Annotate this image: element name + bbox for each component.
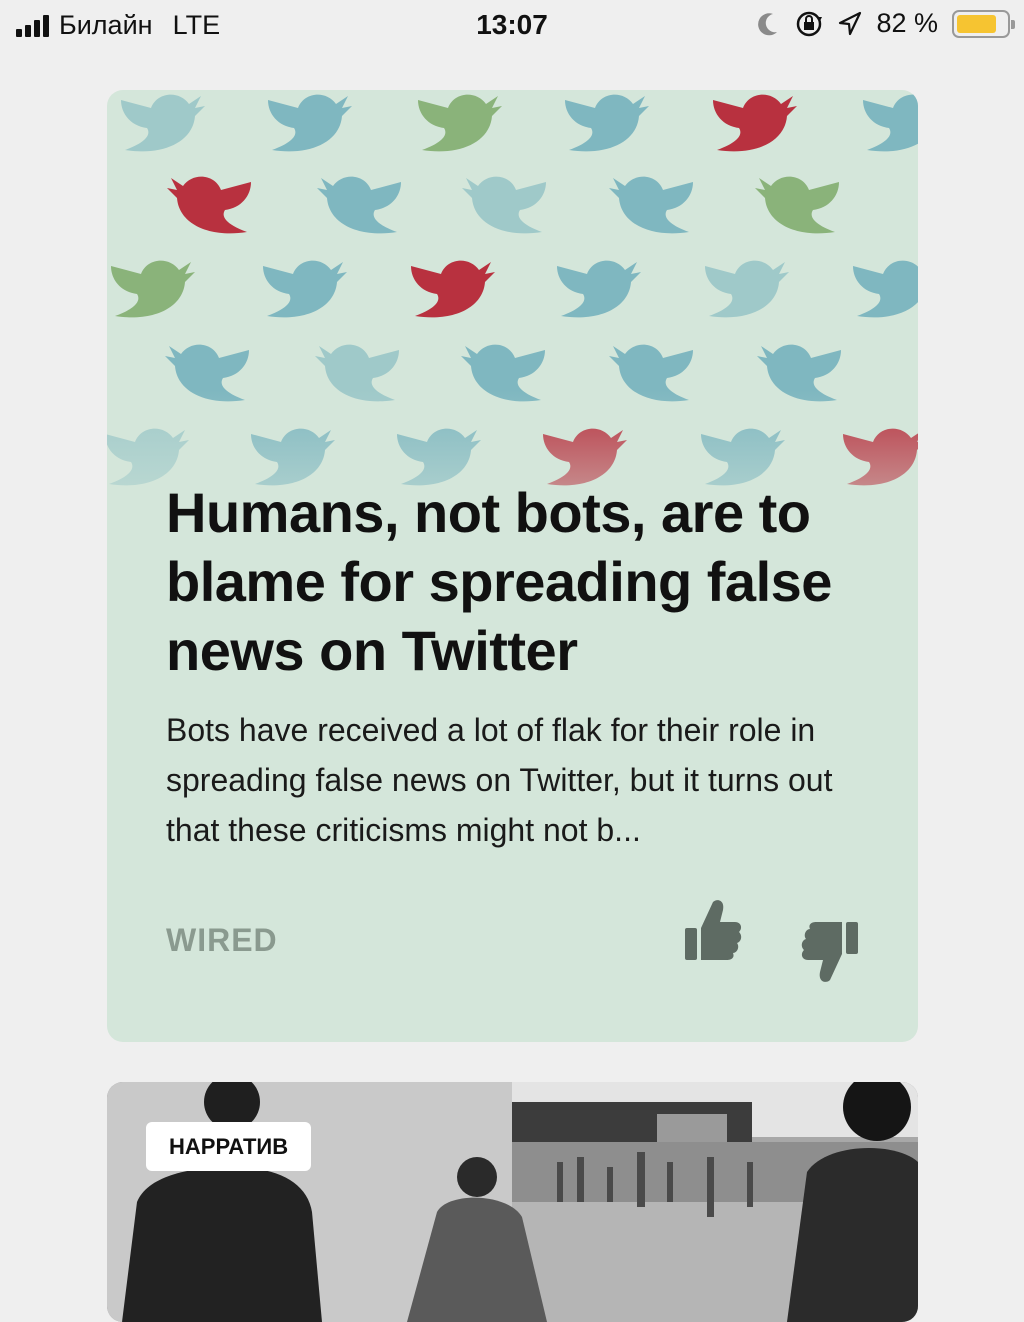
article-card[interactable]: Humans, not bots, are to blame for sprea…: [107, 90, 918, 1042]
narrative-tag: НАРРАТИВ: [146, 1122, 312, 1171]
battery-icon: [952, 9, 1015, 38]
location-arrow-icon: [839, 11, 862, 35]
orientation-lock-icon: [797, 11, 823, 36]
battery-percent: 82 %: [876, 8, 938, 38]
status-bar: Билайн LTE 13:07 82 %: [0, 0, 1024, 52]
moon-icon: [758, 12, 778, 35]
black-and-white-photo: [107, 1082, 918, 1322]
thumbs-down-icon[interactable]: [800, 918, 860, 984]
narrative-card[interactable]: НАРРАТИВ: [107, 1082, 918, 1322]
article-source[interactable]: WIRED: [166, 922, 278, 959]
article-headline[interactable]: Humans, not bots, are to blame for sprea…: [166, 478, 886, 685]
thumbs-up-icon[interactable]: [683, 898, 743, 964]
status-right: 82 %: [758, 8, 1015, 39]
article-snippet[interactable]: Bots have received a lot of flak for the…: [166, 705, 866, 855]
